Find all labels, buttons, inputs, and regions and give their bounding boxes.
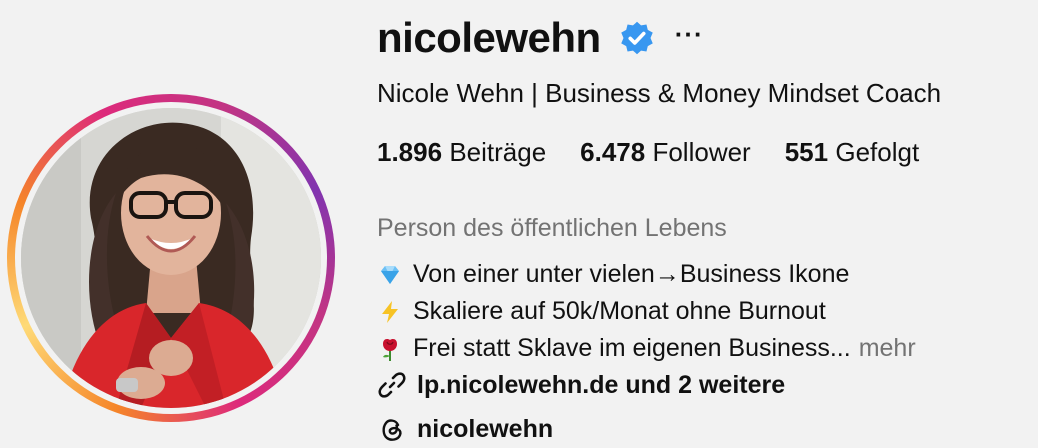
stat-posts-value: 1.896: [377, 137, 443, 167]
bio-line: Skaliere auf 50k/Monat ohne Burnout: [377, 293, 916, 330]
stat-followers-value: 6.478: [580, 137, 646, 167]
bio-text: Von einer unter vielen→Business Ikone: [413, 260, 850, 288]
stat-following-value: 551: [784, 137, 829, 167]
stat-posts-label: Beiträge: [449, 137, 547, 167]
stat-following-label: Gefolgt: [835, 137, 920, 167]
bio-text: Frei statt Sklave im eigenen Business...: [413, 334, 851, 362]
more-options-button[interactable]: ···: [675, 21, 704, 47]
stat-posts[interactable]: 1.896 Beiträge: [377, 137, 546, 168]
username: nicolewehn: [377, 14, 601, 61]
bio-line: Von einer unter vielen→Business Ikone: [377, 256, 916, 293]
avatar[interactable]: [21, 108, 321, 408]
threads-username: nicolewehn: [417, 414, 554, 443]
rose-emoji-icon: [377, 336, 403, 362]
bio: Von einer unter vielen→Business Ikone Sk…: [377, 256, 916, 367]
bio-line: Frei statt Sklave im eigenen Business...…: [377, 330, 916, 367]
profile-stats: 1.896 Beiträge 6.478 Follower 551 Gefolg…: [377, 137, 953, 168]
full-name: Nicole Wehn | Business & Money Mindset C…: [377, 78, 942, 108]
external-link[interactable]: lp.nicolewehn.de und 2 weitere: [377, 370, 785, 400]
profile-category: Person des öffentlichen Lebens: [377, 214, 727, 242]
story-ring[interactable]: [7, 94, 335, 422]
stat-following[interactable]: 551 Gefolgt: [785, 137, 919, 168]
verified-badge-icon: [619, 20, 655, 56]
link-icon: [377, 370, 407, 400]
profile-header: nicolewehn ··· Nicole Wehn | Business & …: [0, 0, 1038, 448]
avatar-photo: [21, 108, 321, 408]
diamond-emoji-icon: [377, 262, 403, 288]
lightning-emoji-icon: [377, 299, 403, 325]
bio-text: Skaliere auf 50k/Monat ohne Burnout: [413, 297, 826, 325]
stat-followers-label: Follower: [652, 137, 751, 167]
stat-followers[interactable]: 6.478 Follower: [580, 137, 751, 168]
more-bio-link[interactable]: mehr: [859, 330, 916, 367]
username-row: nicolewehn ···: [377, 12, 704, 64]
external-link-text: lp.nicolewehn.de und 2 weitere: [417, 370, 786, 399]
threads-link[interactable]: nicolewehn: [377, 414, 553, 444]
threads-icon: [377, 414, 407, 444]
